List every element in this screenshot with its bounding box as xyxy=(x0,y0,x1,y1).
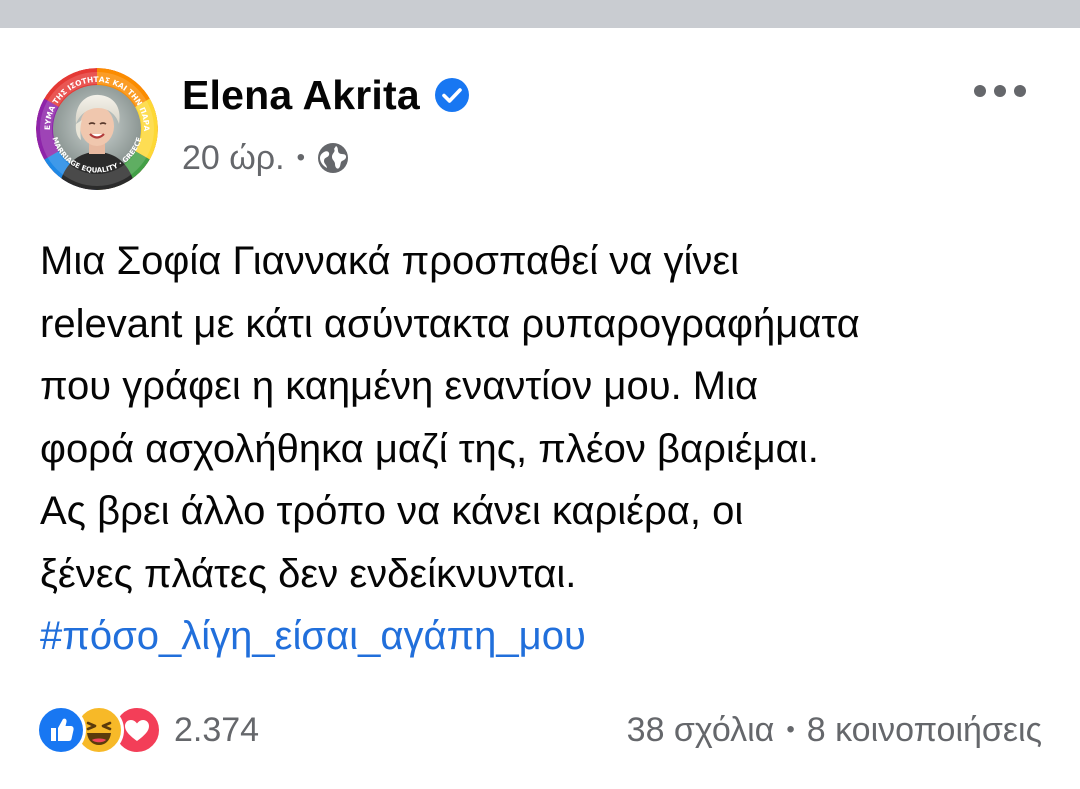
post-meta: 20 ώρ. • xyxy=(182,136,351,180)
like-icon xyxy=(36,705,86,755)
post-text-line: Μια Σοφία Γιαννακά προσπαθεί να γίνει xyxy=(40,239,740,283)
post-text-line: relevant με κάτι ασύντακτα ρυπαρογραφήμα… xyxy=(40,301,860,346)
globe-icon[interactable] xyxy=(315,140,351,176)
post-text-line: που γράφει η καημένη εναντίον μου. Μια xyxy=(40,364,759,408)
top-strip xyxy=(0,0,1080,28)
shares-count-link[interactable]: 8 κοινοποιήσεις xyxy=(807,711,1042,750)
post-text-line: φορά ασχολήθηκα μαζί της, πλέον βαριέμαι… xyxy=(40,426,819,471)
meta-separator: • xyxy=(296,144,306,171)
verified-badge-icon xyxy=(434,77,470,113)
post-header: ΣΤΟ ΡΕΥΜΑ ΤΗΣ ΙΣΟΤΗΤΑΣ ΚΑΙ ΤΗΝ ΠΑΡΑΔΟΣΗ … xyxy=(0,28,1080,218)
more-options-icon xyxy=(974,85,1026,97)
reaction-count: 2.374 xyxy=(174,710,260,749)
avatar[interactable]: ΣΤΟ ΡΕΥΜΑ ΤΗΣ ΙΣΟΤΗΤΑΣ ΚΑΙ ΤΗΝ ΠΑΡΑΔΟΣΗ … xyxy=(36,68,158,190)
author-row: Elena Akrita xyxy=(182,68,470,122)
post-text-line: Ας βρει άλλο τρόπο να κάνει καριέρα, οι xyxy=(40,489,744,533)
post-timestamp[interactable]: 20 ώρ. xyxy=(182,139,285,178)
hashtag-link[interactable]: #πόσο_λίγη_είσαι_αγάπη_μου xyxy=(40,605,1050,668)
stats-separator: • xyxy=(786,716,795,743)
comments-count-link[interactable]: 38 σχόλια xyxy=(627,711,775,750)
reactions-summary[interactable]: 2.374 xyxy=(36,705,260,755)
more-options-button[interactable] xyxy=(968,74,1032,108)
post-text-line: ξένες πλάτες δεν ενδείκνυνται. xyxy=(40,551,577,596)
author-name[interactable]: Elena Akrita xyxy=(182,68,420,122)
post-text: Μια Σοφία Γιαννακά προσπαθεί να γίνει re… xyxy=(40,230,1050,668)
engagement-stats: 38 σχόλια • 8 κοινοποιήσεις xyxy=(627,706,1042,754)
post-footer: 2.374 38 σχόλια • 8 κοινοποιήσεις xyxy=(0,700,1080,760)
